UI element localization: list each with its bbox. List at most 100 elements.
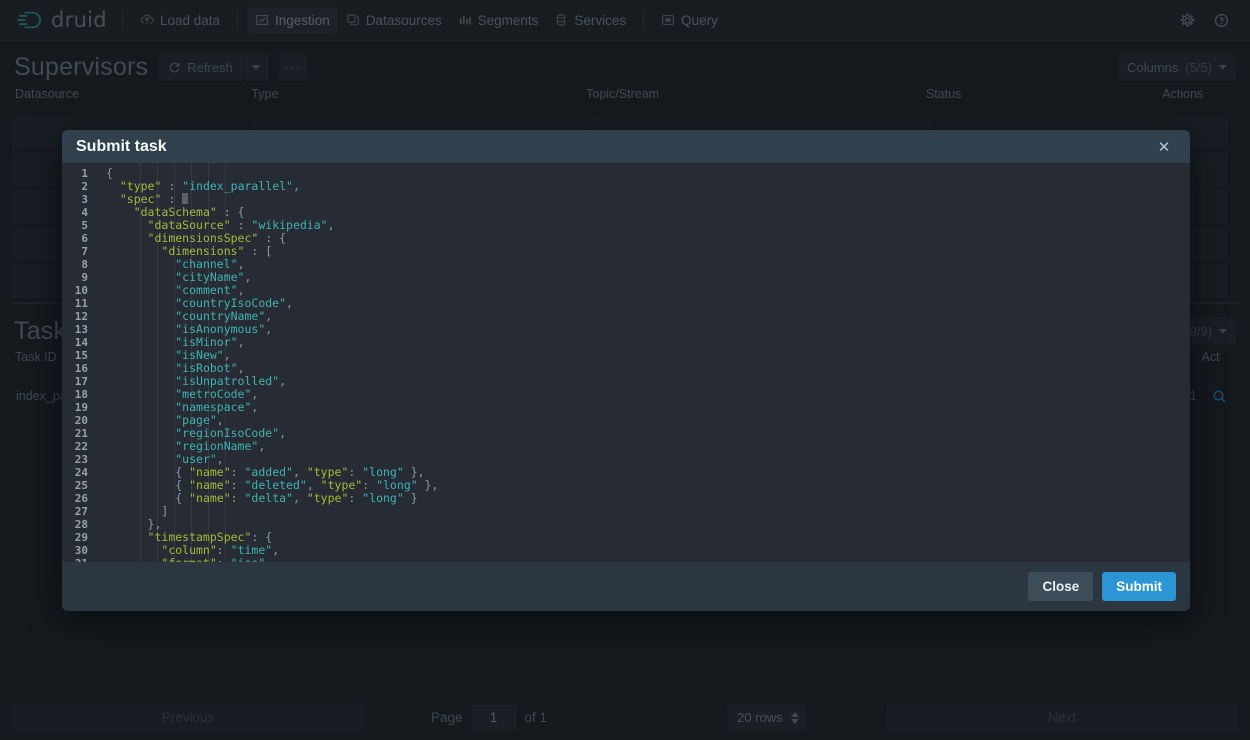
line-number: 18 xyxy=(62,388,96,401)
token-pun xyxy=(106,413,175,427)
token-pun: : { xyxy=(217,205,245,219)
token-key: "dataSource" xyxy=(148,218,231,232)
token-pun xyxy=(106,374,175,388)
token-pun: , xyxy=(217,452,224,466)
line-number: 23 xyxy=(62,453,96,466)
token-key: "name" xyxy=(189,478,231,492)
token-pun xyxy=(106,400,175,414)
token-pun: ] xyxy=(106,504,168,518)
token-pun xyxy=(106,387,175,401)
token-key: "column" xyxy=(161,543,216,557)
token-pun: : xyxy=(348,465,362,479)
token-key: "dimensions" xyxy=(161,244,244,258)
token-key: "type" xyxy=(321,478,363,492)
token-pun xyxy=(106,361,175,375)
line-number: 5 xyxy=(62,219,96,232)
token-pun: : xyxy=(231,218,252,232)
line-number: 20 xyxy=(62,414,96,427)
token-pun xyxy=(106,257,175,271)
token-pun xyxy=(106,426,175,440)
token-str: "long" xyxy=(362,465,404,479)
line-number: 17 xyxy=(62,375,96,388)
token-pun xyxy=(106,543,161,557)
token-str: "isRobot" xyxy=(175,361,237,375)
line-number: 27 xyxy=(62,505,96,518)
line-number: 6 xyxy=(62,232,96,245)
line-number: 21 xyxy=(62,427,96,440)
token-key: "type" xyxy=(307,491,349,505)
token-key: "type" xyxy=(120,179,162,193)
line-number: 4 xyxy=(62,206,96,219)
token-pun: , xyxy=(245,270,252,284)
token-pun: } xyxy=(404,491,418,505)
token-pun: : xyxy=(217,556,231,562)
token-str: "channel" xyxy=(175,257,237,271)
token-pun: , xyxy=(279,426,286,440)
token-str: "added" xyxy=(245,465,293,479)
line-number: 29 xyxy=(62,531,96,544)
token-str: "user" xyxy=(175,452,217,466)
token-str: "namespace" xyxy=(175,400,251,414)
line-number: 9 xyxy=(62,271,96,284)
token-pun xyxy=(106,283,175,297)
line-number: 26 xyxy=(62,492,96,505)
token-key: "name" xyxy=(189,465,231,479)
token-pun: , xyxy=(251,387,258,401)
token-key: "format" xyxy=(161,556,216,562)
token-str: "isNew" xyxy=(175,348,223,362)
token-pun xyxy=(106,439,175,453)
line-number: 30 xyxy=(62,544,96,557)
code-line: 26 { "name": "delta", "type": "long" } xyxy=(62,492,1190,505)
token-pun: , xyxy=(238,335,245,349)
token-pun: , xyxy=(258,439,265,453)
json-code-editor[interactable]: 1{2 "type" : "index_parallel",3 "spec" :… xyxy=(62,163,1190,562)
token-pun: , xyxy=(217,413,224,427)
token-str: "wikipedia" xyxy=(251,218,327,232)
token-pun: : xyxy=(161,192,182,206)
token-pun xyxy=(106,231,148,245)
token-pun: , xyxy=(265,322,272,336)
submit-task-dialog: Submit task ✕ 1{2 "type" : "index_parall… xyxy=(62,130,1190,611)
token-str: "cityName" xyxy=(175,270,244,284)
submit-button[interactable]: Submit xyxy=(1102,572,1176,601)
token-pun: { xyxy=(106,478,189,492)
token-pun xyxy=(106,205,134,219)
line-number: 31 xyxy=(62,557,96,562)
token-pun xyxy=(106,309,175,323)
token-pun: : xyxy=(348,491,362,505)
line-number: 12 xyxy=(62,310,96,323)
token-key: "dataSchema" xyxy=(134,205,217,219)
token-pun: , xyxy=(251,400,258,414)
token-str: "time" xyxy=(231,543,273,557)
token-str: "isMinor" xyxy=(175,335,237,349)
token-pun: : [ xyxy=(244,244,272,258)
token-pun: : { xyxy=(251,530,272,544)
token-key: "dimensionsSpec" xyxy=(148,231,259,245)
code-line: 27 ] xyxy=(62,505,1190,518)
token-pun xyxy=(106,348,175,362)
code-text: "format": "iso" xyxy=(96,557,265,562)
token-pun: : xyxy=(231,465,245,479)
text-cursor xyxy=(182,193,188,204)
line-number: 13 xyxy=(62,323,96,336)
token-pun xyxy=(106,296,175,310)
token-pun xyxy=(106,452,175,466)
token-pun: { xyxy=(106,465,189,479)
token-pun: , xyxy=(293,491,307,505)
token-pun xyxy=(106,179,120,193)
token-pun: , xyxy=(293,465,307,479)
token-str: "long" xyxy=(376,478,418,492)
close-icon[interactable]: ✕ xyxy=(1152,135,1176,159)
code-line: 22 "regionName", xyxy=(62,440,1190,453)
token-pun: { xyxy=(106,166,113,180)
token-str: "regionIsoCode" xyxy=(175,426,279,440)
close-button[interactable]: Close xyxy=(1028,572,1093,601)
line-number: 11 xyxy=(62,297,96,310)
token-pun: , xyxy=(279,374,286,388)
code-line: 2 "type" : "index_parallel", xyxy=(62,180,1190,193)
line-number: 2 xyxy=(62,180,96,193)
token-pun xyxy=(106,530,148,544)
line-number: 7 xyxy=(62,245,96,258)
token-pun: }, xyxy=(106,517,161,531)
token-pun: , xyxy=(307,478,321,492)
